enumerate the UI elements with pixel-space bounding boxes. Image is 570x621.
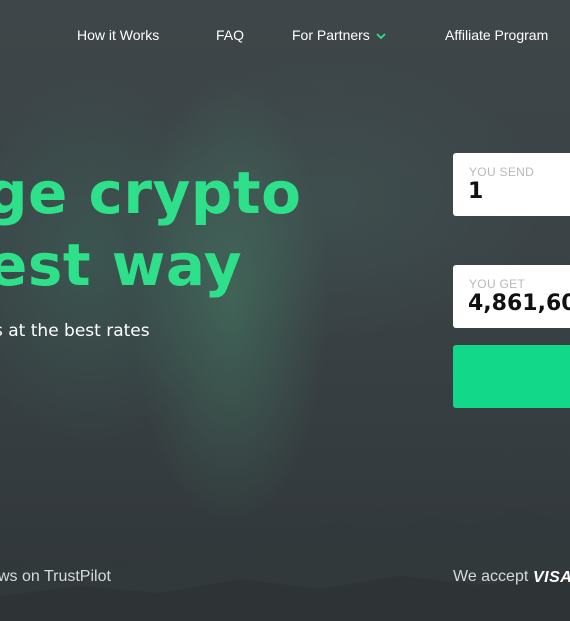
exchange-button[interactable] — [453, 345, 570, 408]
hero-title-line-2: est way — [0, 231, 243, 299]
mountain-silhouette — [0, 511, 570, 621]
get-label: YOU GET — [469, 277, 526, 291]
send-amount-input[interactable]: 1 — [468, 179, 483, 204]
nav-how-it-works[interactable]: How it Works — [77, 27, 159, 43]
chevron-down-icon — [376, 33, 386, 40]
get-amount-value: 4,861,607 — [468, 291, 570, 316]
hero-subtitle: s at the best rates — [0, 321, 150, 341]
nav-affiliate-program[interactable]: Affiliate Program — [445, 27, 548, 43]
trustpilot-reviews-link[interactable]: ws on TrustPilot — [0, 568, 111, 586]
send-label: YOU SEND — [469, 165, 535, 179]
send-amount-field[interactable]: YOU SEND 1 — [453, 153, 570, 216]
we-accept-label: We accept — [453, 568, 529, 585]
top-navigation: How it Works FAQ For Partners Affiliate … — [0, 0, 570, 72]
visa-logo-icon: VISA — [533, 569, 570, 586]
nav-faq[interactable]: FAQ — [216, 27, 244, 43]
hero-title-line-1: ge crypto — [0, 159, 302, 227]
nav-for-partners-label: For Partners — [292, 27, 370, 43]
get-amount-field[interactable]: YOU GET 4,861,607 — [453, 265, 570, 328]
nav-for-partners[interactable]: For Partners — [292, 27, 386, 43]
